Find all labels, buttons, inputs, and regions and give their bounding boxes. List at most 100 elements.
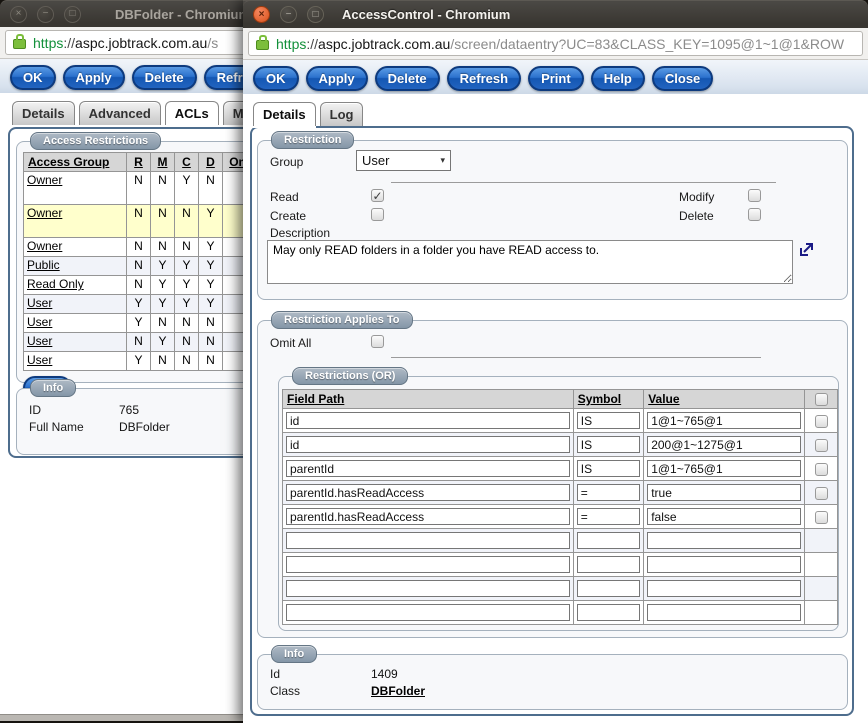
access-group-link[interactable]: User	[27, 334, 52, 348]
restriction-field-input[interactable]	[286, 412, 570, 429]
restriction-symbol-input[interactable]	[577, 508, 640, 525]
restriction-row-checkbox[interactable]	[815, 463, 828, 476]
restriction-field-input[interactable]	[286, 532, 570, 549]
description-label: Description	[270, 226, 330, 240]
maximize-icon[interactable]: □	[64, 6, 81, 23]
page-content: DetailsLog Restriction Group User ▾ Read…	[243, 94, 868, 723]
restriction-field-input[interactable]	[286, 508, 570, 525]
restriction-value-input[interactable]	[647, 460, 801, 477]
access-group-link[interactable]: Owner	[27, 173, 62, 187]
restriction-value-input[interactable]	[647, 436, 801, 453]
restriction-value-input[interactable]	[647, 532, 801, 549]
permission-cell: N	[199, 172, 223, 205]
permission-cell: Y	[199, 238, 223, 257]
access-group-link[interactable]: Owner	[27, 206, 62, 220]
tab-log[interactable]: Log	[320, 102, 364, 126]
restriction-symbol-input[interactable]	[577, 412, 640, 429]
restriction-row	[283, 409, 838, 433]
column-header-field-path[interactable]: Field Path	[283, 390, 574, 409]
delete-button[interactable]: Delete	[132, 65, 197, 90]
restriction-field-input[interactable]	[286, 436, 570, 453]
restriction-row-checkbox[interactable]	[815, 415, 828, 428]
ok-button[interactable]: OK	[10, 65, 56, 90]
select-all-checkbox[interactable]	[815, 393, 828, 406]
restriction-symbol-input[interactable]	[577, 484, 640, 501]
column-header-r[interactable]: R	[127, 153, 151, 172]
restriction-field-input[interactable]	[286, 484, 570, 501]
tab-acls[interactable]: ACLs	[165, 101, 219, 125]
restriction-symbol-input[interactable]	[577, 436, 640, 453]
permission-cell: N	[175, 314, 199, 333]
restriction-row-checkbox[interactable]	[815, 487, 828, 500]
close-icon[interactable]: ×	[10, 6, 27, 23]
window-title: AccessControl - Chromium	[342, 7, 510, 22]
read-checkbox[interactable]: ✓	[371, 189, 384, 202]
apply-button[interactable]: Apply	[63, 65, 125, 90]
refresh-button[interactable]: Refresh	[447, 66, 521, 91]
access-group-link[interactable]: Public	[27, 258, 60, 272]
id-value: 765	[119, 403, 139, 417]
column-header-symbol[interactable]: Symbol	[573, 390, 643, 409]
minimize-icon[interactable]: −	[280, 6, 297, 23]
id-label: ID	[29, 403, 41, 417]
access-group-link[interactable]: User	[27, 353, 52, 367]
class-value-link[interactable]: DBFolder	[371, 684, 425, 698]
modify-checkbox[interactable]: ✓	[748, 189, 761, 202]
column-header-d[interactable]: D	[199, 153, 223, 172]
ok-button[interactable]: OK	[253, 66, 299, 91]
permission-cell: N	[199, 314, 223, 333]
restriction-symbol-input[interactable]	[577, 580, 640, 597]
access-group-link[interactable]: User	[27, 315, 52, 329]
url-input[interactable]: https://aspc.jobtrack.com.au/screen/data…	[248, 31, 863, 56]
tab-details[interactable]: Details	[253, 102, 316, 126]
column-header-access-group[interactable]: Access Group	[24, 153, 127, 172]
column-header-value[interactable]: Value	[644, 390, 805, 409]
close-button[interactable]: Close	[652, 66, 713, 91]
url-scheme: https	[33, 35, 63, 51]
print-button[interactable]: Print	[528, 66, 584, 91]
accesscontrol-titlebar[interactable]: × − □ AccessControl - Chromium	[243, 0, 868, 28]
restriction-field-input[interactable]	[286, 580, 570, 597]
access-group-link[interactable]: User	[27, 296, 52, 310]
restriction-field-input[interactable]	[286, 460, 570, 477]
omit-all-checkbox[interactable]: ✓	[371, 335, 384, 348]
lock-icon[interactable]	[13, 39, 26, 49]
tab-advanced[interactable]: Advanced	[79, 101, 161, 125]
permission-cell: N	[175, 238, 199, 257]
restriction-symbol-input[interactable]	[577, 604, 640, 621]
restriction-value-input[interactable]	[647, 580, 801, 597]
restriction-value-input[interactable]	[647, 484, 801, 501]
fieldset-legend: Restrictions (OR)	[292, 367, 408, 385]
help-button[interactable]: Help	[591, 66, 645, 91]
column-header-select	[805, 390, 838, 409]
fieldset-legend: Restriction	[271, 131, 354, 149]
create-checkbox[interactable]: ✓	[371, 208, 384, 221]
delete-button[interactable]: Delete	[375, 66, 440, 91]
restriction-row-checkbox[interactable]	[815, 511, 828, 524]
restriction-value-input[interactable]	[647, 508, 801, 525]
restriction-fieldset: Restriction Group User ▾ Read ✓ Modify ✓…	[257, 140, 848, 300]
close-icon[interactable]: ×	[253, 6, 270, 23]
maximize-icon[interactable]: □	[307, 6, 324, 23]
tab-details[interactable]: Details	[12, 101, 75, 125]
restriction-symbol-input[interactable]	[577, 532, 640, 549]
restriction-field-input[interactable]	[286, 604, 570, 621]
description-textarea[interactable]: May only READ folders in a folder you ha…	[267, 240, 793, 284]
restriction-value-input[interactable]	[647, 556, 801, 573]
column-header-m[interactable]: M	[151, 153, 175, 172]
apply-button[interactable]: Apply	[306, 66, 368, 91]
minimize-icon[interactable]: −	[37, 6, 54, 23]
access-group-link[interactable]: Owner	[27, 239, 62, 253]
column-header-c[interactable]: C	[175, 153, 199, 172]
lock-icon[interactable]	[256, 40, 269, 50]
restriction-symbol-input[interactable]	[577, 460, 640, 477]
group-select[interactable]: User ▾	[356, 150, 451, 171]
restriction-symbol-input[interactable]	[577, 556, 640, 573]
access-group-link[interactable]: Read Only	[27, 277, 84, 291]
expand-icon[interactable]	[798, 241, 815, 258]
delete-checkbox[interactable]: ✓	[748, 208, 761, 221]
restriction-row-checkbox[interactable]	[815, 439, 828, 452]
restriction-field-input[interactable]	[286, 556, 570, 573]
restriction-value-input[interactable]	[647, 412, 801, 429]
restriction-value-input[interactable]	[647, 604, 801, 621]
